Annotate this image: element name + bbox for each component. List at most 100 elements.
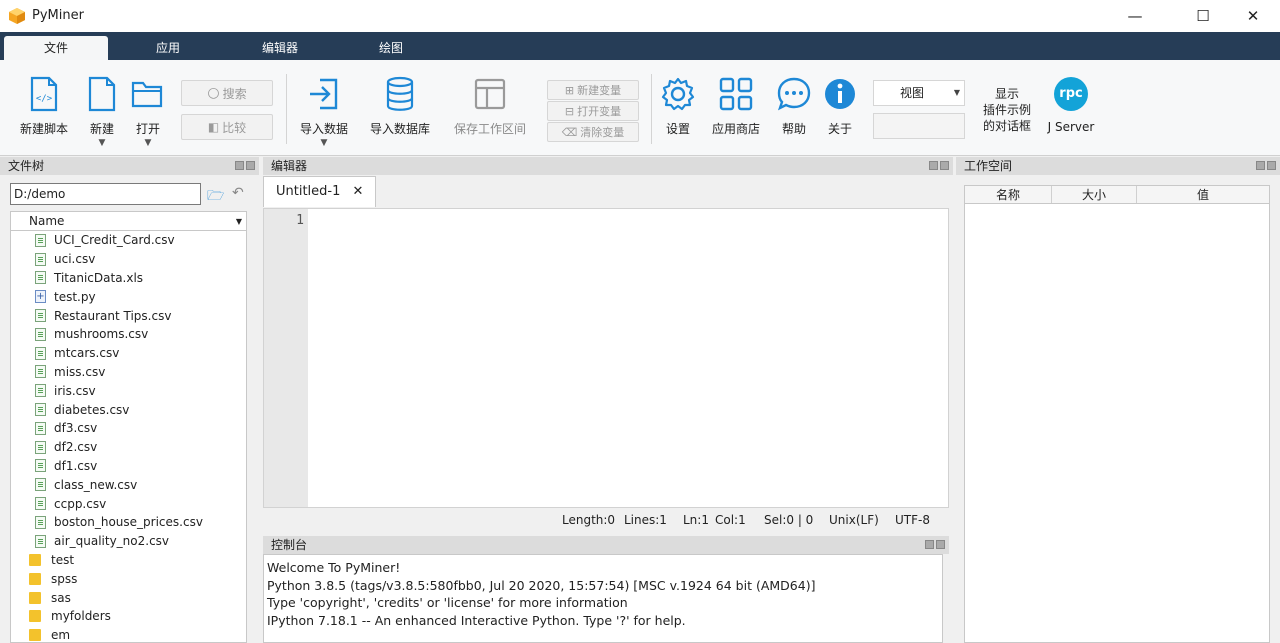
view-secondary-select[interactable] <box>873 113 965 139</box>
close-button[interactable]: ✕ <box>1230 0 1276 32</box>
import-data-label: 导入数据 <box>299 122 348 136</box>
tree-file-row[interactable]: iris.csv <box>11 381 246 400</box>
tree-file-row[interactable]: boston_house_prices.csv <box>11 513 246 532</box>
tree-file-row[interactable]: + test.py <box>11 287 246 306</box>
minimize-button[interactable]: — <box>1112 0 1158 32</box>
tab-apps[interactable]: 应用 <box>116 36 220 60</box>
float-icon[interactable] <box>929 161 938 170</box>
close-panel-icon[interactable] <box>940 161 949 170</box>
expand-arrow-icon[interactable]: ▶ <box>11 593 15 602</box>
tree-folder-row[interactable]: ▶ sas <box>11 588 246 607</box>
tree-file-row[interactable]: Restaurant Tips.csv <box>11 306 246 325</box>
tree-folder-row[interactable]: ▶ em <box>11 626 246 642</box>
path-input[interactable] <box>10 183 201 205</box>
view-select[interactable]: 视图 ▼ <box>873 80 965 106</box>
expand-arrow-icon[interactable]: ▶ <box>11 631 15 640</box>
title-bar: PyMiner — ☐ ✕ <box>0 0 1280 32</box>
tab-file[interactable]: 文件 <box>4 36 108 60</box>
data-file-icon <box>35 515 46 529</box>
console-output[interactable]: Welcome To PyMiner! Python 3.8.5 (tags/v… <box>263 554 943 643</box>
file-tree[interactable]: Name ▼ UCI_Credit_Card.csv uci.csv Titanic… <box>10 211 247 643</box>
new-button[interactable]: 新建 ▼ <box>80 60 124 156</box>
gear-icon <box>658 74 698 114</box>
minimize-icon: — <box>1127 7 1143 25</box>
data-file-icon <box>35 365 46 379</box>
clear-variable-button[interactable]: ⌫ 清除变量 <box>547 122 639 142</box>
clear-variable-icon: ⌫ <box>561 125 578 139</box>
tree-file-name: iris.csv <box>54 383 96 398</box>
float-icon[interactable] <box>235 161 244 170</box>
panel-controls[interactable] <box>929 161 949 170</box>
status-encoding: UTF-8 <box>895 513 930 527</box>
new-variable-button[interactable]: ⊞ 新建变量 <box>547 80 639 100</box>
folder-icon <box>29 572 41 585</box>
tree-file-row[interactable]: df3.csv <box>11 419 246 438</box>
tree-file-row[interactable]: class_new.csv <box>11 475 246 494</box>
expand-arrow-icon[interactable]: ▶ <box>11 574 15 583</box>
jserver-button[interactable]: rpc J Server <box>1044 60 1098 156</box>
tab-plot[interactable]: 绘图 <box>339 36 443 60</box>
tree-folder-row[interactable]: ▶ myfolders <box>11 607 246 626</box>
editor-tab[interactable]: Untitled-1 ✕ <box>263 176 376 207</box>
column-size[interactable]: 大小 <box>1052 186 1137 203</box>
tree-folder-row[interactable]: ▶ spss <box>11 569 246 588</box>
float-icon[interactable] <box>925 540 934 549</box>
tab-close-icon[interactable]: ✕ <box>353 184 364 199</box>
panel-controls[interactable] <box>925 540 945 549</box>
browse-folder-icon[interactable]: 🗁 <box>207 185 224 209</box>
tree-file-row[interactable]: miss.csv <box>11 363 246 382</box>
tree-file-name: diabetes.csv <box>54 402 130 417</box>
maximize-button[interactable]: ☐ <box>1180 0 1226 32</box>
compare-button[interactable]: ◧ 比较 <box>181 114 273 140</box>
about-label: 关于 <box>827 122 852 136</box>
app-store-button[interactable]: 应用商店 <box>708 60 764 156</box>
console-line: IPython 7.18.1 -- An enhanced Interactiv… <box>267 612 686 628</box>
panel-controls[interactable] <box>235 161 255 170</box>
tree-file-row[interactable]: ccpp.csv <box>11 494 246 513</box>
about-button[interactable]: 关于 <box>820 60 860 156</box>
tree-file-row[interactable]: mushrooms.csv <box>11 325 246 344</box>
tree-file-row[interactable]: air_quality_no2.csv <box>11 532 246 551</box>
tab-editor[interactable]: 编辑器 <box>228 36 332 60</box>
workspace-table[interactable]: 名称 大小 值 <box>964 185 1270 643</box>
tree-file-row[interactable]: diabetes.csv <box>11 400 246 419</box>
column-value[interactable]: 值 <box>1137 186 1269 203</box>
tree-file-row[interactable]: mtcars.csv <box>11 344 246 363</box>
data-file-icon <box>35 271 46 285</box>
search-button[interactable]: ○ 搜索 <box>181 80 273 106</box>
import-database-label: 导入数据库 <box>369 122 430 136</box>
rpc-logo-icon: rpc <box>1051 74 1091 114</box>
tree-folder-row[interactable]: ▶ test <box>11 551 246 570</box>
tree-file-row[interactable]: df1.csv <box>11 457 246 476</box>
code-editor[interactable]: 1 <box>263 208 949 508</box>
import-data-button[interactable]: 导入数据 ▼ <box>294 60 354 156</box>
open-button[interactable]: 打开 ▼ <box>126 60 170 156</box>
tree-file-name: df1.csv <box>54 458 98 473</box>
show-plugin-dialog-button[interactable]: 显示 插件示例 的对话框 <box>978 86 1036 134</box>
open-variable-button[interactable]: ⊟ 打开变量 <box>547 101 639 121</box>
import-icon <box>304 74 344 114</box>
close-panel-icon[interactable] <box>246 161 255 170</box>
import-database-button[interactable]: 导入数据库 <box>366 60 434 156</box>
tree-file-row[interactable]: UCI_Credit_Card.csv <box>11 231 246 250</box>
workspace-title: 工作空间 <box>956 157 1280 175</box>
help-button[interactable]: 帮助 <box>774 60 814 156</box>
expand-arrow-icon[interactable]: ▶ <box>11 555 15 564</box>
settings-button[interactable]: 设置 <box>658 60 698 156</box>
column-name[interactable]: 名称 <box>965 186 1052 203</box>
close-panel-icon[interactable] <box>936 540 945 549</box>
tree-file-row[interactable]: TitanicData.xls <box>11 269 246 288</box>
panel-controls[interactable] <box>1256 161 1276 170</box>
data-file-icon <box>35 252 46 266</box>
new-script-button[interactable]: </> 新建脚本 <box>14 60 74 156</box>
tree-file-name: ccpp.csv <box>54 496 107 511</box>
expand-arrow-icon[interactable]: ▶ <box>11 612 15 621</box>
tree-file-row[interactable]: df2.csv <box>11 438 246 457</box>
close-panel-icon[interactable] <box>1267 161 1276 170</box>
refresh-icon[interactable]: ↶ <box>232 185 244 201</box>
ribbon-toolbar: </> 新建脚本 新建 ▼ 打开 ▼ ○ 搜索 ◧ 比较 导入数据 ▼ 导入数据库 <box>0 60 1280 156</box>
save-workspace-button[interactable]: 保存工作区间 <box>448 60 532 156</box>
tree-column-header[interactable]: Name ▼ <box>11 212 246 231</box>
float-icon[interactable] <box>1256 161 1265 170</box>
tree-file-row[interactable]: uci.csv <box>11 250 246 269</box>
